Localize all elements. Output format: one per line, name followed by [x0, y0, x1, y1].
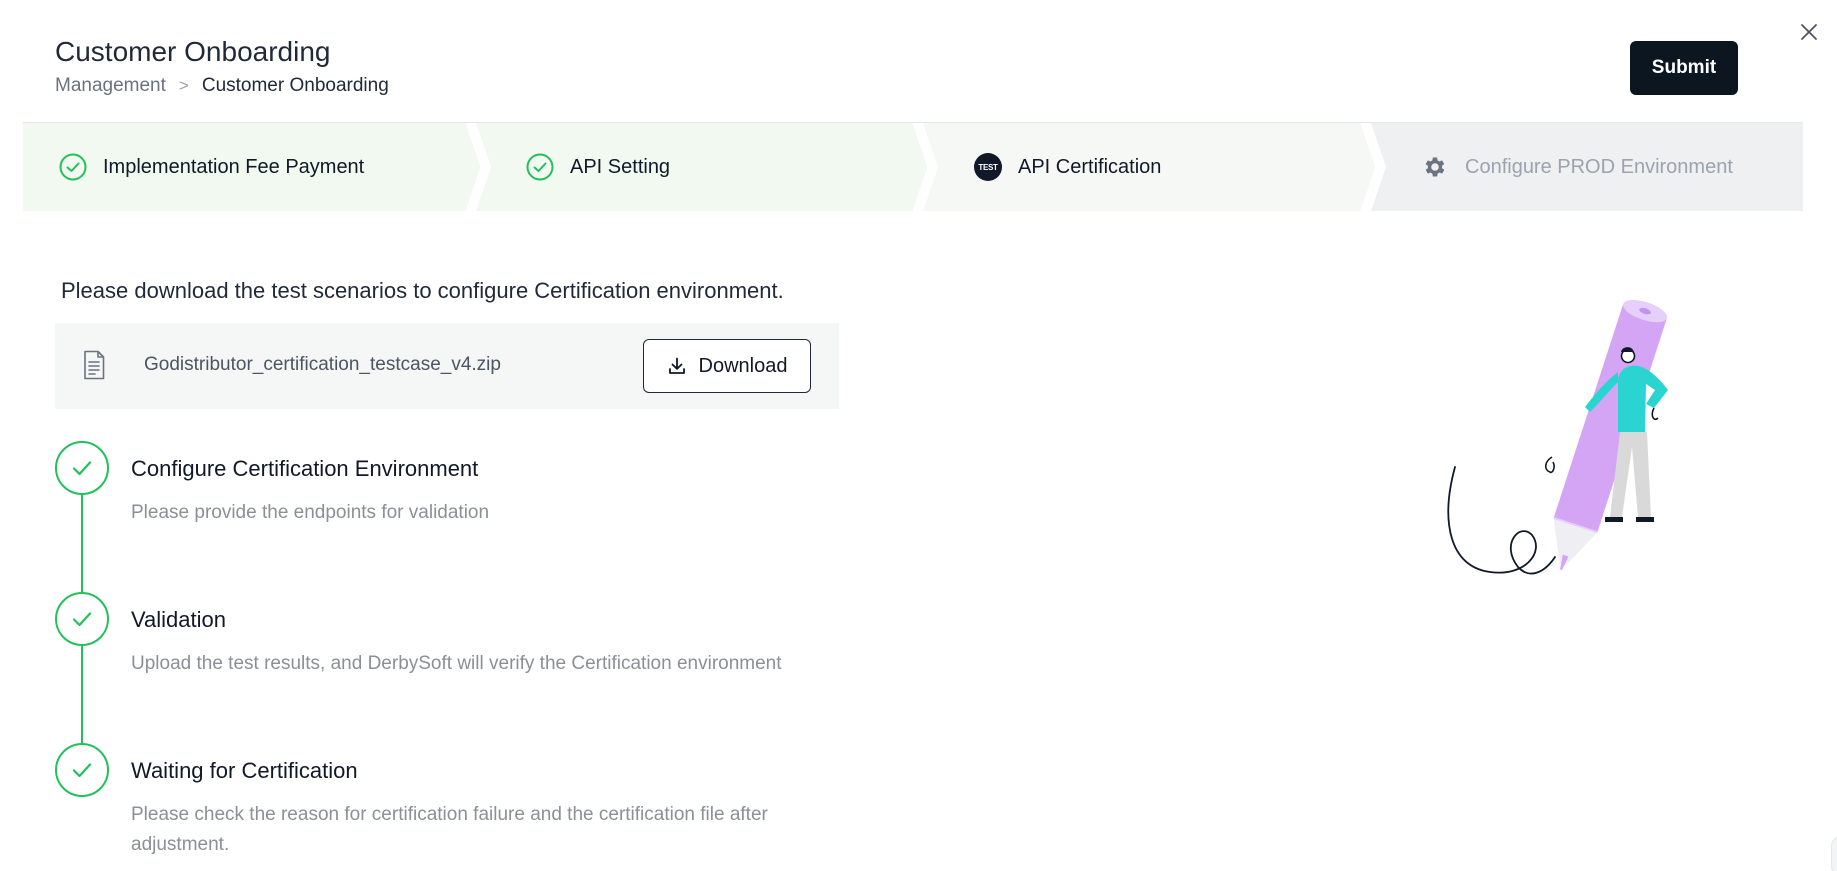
pencil-illustration [1447, 299, 1668, 575]
step-label: API Setting [570, 155, 671, 178]
check-circle-icon [525, 152, 555, 182]
timeline-title: Configure Certification Environment [131, 456, 479, 481]
submit-button[interactable]: Submit [1630, 41, 1738, 95]
file-download-row: Godistributor_certification_testcase_v4.… [55, 323, 839, 409]
timeline-title: Validation [131, 607, 226, 632]
download-button[interactable]: Download [643, 339, 811, 393]
step-api-setting[interactable]: API Setting [525, 123, 670, 211]
breadcrumb-item-management[interactable]: Management [55, 75, 166, 97]
breadcrumb-item-current: Customer Onboarding [201, 75, 389, 96]
document-icon [84, 350, 105, 380]
gear-icon [1420, 152, 1450, 182]
step-implementation-fee-payment[interactable]: Implementation Fee Payment [58, 123, 364, 211]
onboarding-stepper: Implementation Fee Payment API Setting T… [23, 122, 1803, 211]
step-label: Configure PROD Environment [1465, 155, 1733, 178]
download-instruction: Please download the test scenarios to co… [61, 278, 784, 303]
breadcrumb-separator: > [178, 76, 189, 95]
scroll-handle[interactable] [1831, 836, 1837, 871]
step-label: Implementation Fee Payment [103, 155, 365, 178]
file-name: Godistributor_certification_testcase_v4.… [144, 354, 501, 375]
timeline-description: Please provide the endpoints for validat… [131, 502, 490, 523]
step-configure-prod-environment[interactable]: Configure PROD Environment [1420, 123, 1733, 211]
breadcrumb: Management > Customer Onboarding [55, 75, 389, 97]
timeline-connector [81, 646, 83, 743]
timeline-description: Please check the reason for certificatio… [131, 804, 768, 855]
page-title: Customer Onboarding [55, 36, 331, 67]
timeline-title: Waiting for Certification [131, 758, 358, 783]
timeline-connector [81, 495, 83, 592]
download-label: Download [698, 354, 788, 377]
test-badge-icon: TEST [973, 152, 1003, 182]
download-icon [668, 357, 685, 374]
check-icon [55, 592, 109, 646]
test-badge-text: TEST [974, 153, 1002, 181]
timeline-description: Upload the test results, and DerbySoft w… [131, 653, 782, 674]
close-icon[interactable] [1797, 20, 1821, 44]
check-icon [55, 743, 109, 797]
step-api-certification[interactable]: TEST API Certification [973, 123, 1161, 211]
step-label: API Certification [1018, 155, 1162, 178]
check-circle-icon [58, 152, 88, 182]
check-icon [55, 441, 109, 495]
